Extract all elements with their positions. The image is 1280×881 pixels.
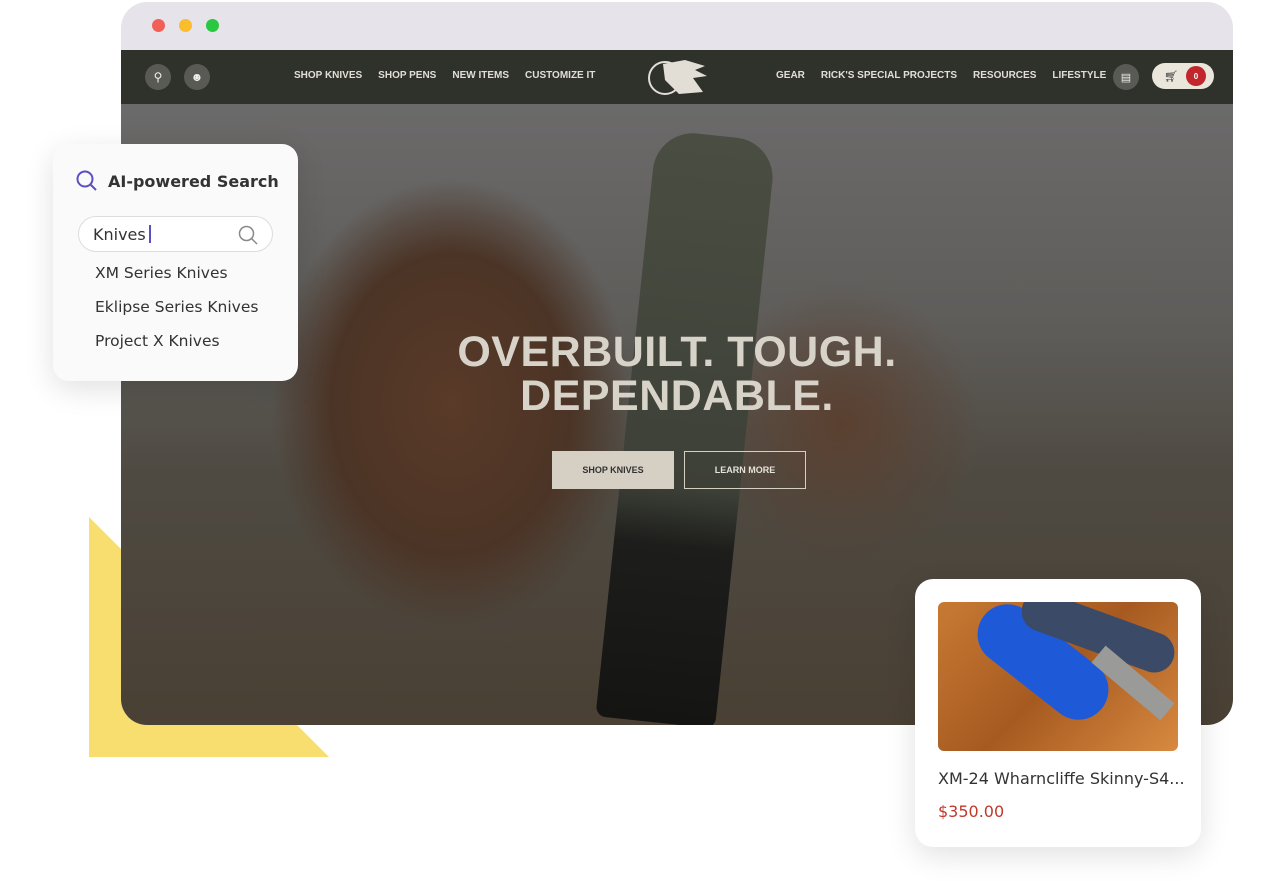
product-card[interactable]: XM-24 Wharncliffe Skinny-S4... $350.00: [915, 579, 1201, 847]
close-dot[interactable]: [152, 19, 165, 32]
minimize-dot[interactable]: [179, 19, 192, 32]
title-bar: [121, 2, 1233, 50]
hero-knife-image: [595, 129, 777, 725]
nav-shop-knives[interactable]: SHOP KNIVES: [294, 70, 362, 81]
product-price: $350.00: [938, 802, 1005, 821]
nav-shop-pens[interactable]: SHOP PENS: [378, 70, 436, 81]
shop-knives-button[interactable]: SHOP KNIVES: [552, 451, 674, 489]
headline-line-2: DEPENDABLE.: [520, 372, 834, 420]
maximize-dot[interactable]: [206, 19, 219, 32]
account-icon[interactable]: ☻: [184, 64, 210, 90]
search-card-title: AI-powered Search: [108, 172, 279, 191]
suggestion-item[interactable]: Eklipse Series Knives: [95, 298, 258, 316]
notes-icon[interactable]: ▤: [1113, 64, 1139, 90]
search-input[interactable]: Knives: [78, 216, 273, 252]
hinderer-logo[interactable]: [645, 56, 711, 98]
search-icon: [76, 170, 97, 191]
search-icon[interactable]: ⚲: [145, 64, 171, 90]
site-nav: ⚲ ☻ SHOP KNIVES SHOP PENS NEW ITEMS CUST…: [121, 50, 1233, 104]
suggestion-item[interactable]: Project X Knives: [95, 332, 220, 350]
learn-more-button[interactable]: LEARN MORE: [684, 451, 806, 489]
nav-customize-it[interactable]: CUSTOMIZE IT: [525, 70, 595, 81]
nav-gear[interactable]: GEAR: [776, 70, 805, 81]
cart-count-badge: 0: [1185, 66, 1206, 86]
nav-resources[interactable]: RESOURCES: [973, 70, 1036, 81]
text-cursor: [148, 225, 151, 243]
ai-search-card: AI-powered Search Knives XM Series Knive…: [53, 144, 298, 381]
cart-button[interactable]: 🛒︎ 0: [1152, 63, 1214, 89]
product-image: [938, 602, 1178, 751]
search-query: Knives: [93, 224, 146, 244]
product-name[interactable]: XM-24 Wharncliffe Skinny-S4...: [938, 769, 1185, 788]
search-submit-icon[interactable]: [238, 225, 258, 245]
nav-special-projects[interactable]: RICK'S SPECIAL PROJECTS: [821, 70, 957, 81]
nav-lifestyle[interactable]: LIFESTYLE: [1052, 70, 1106, 81]
cart-icon: 🛒︎: [1164, 70, 1178, 83]
nav-new-items[interactable]: NEW ITEMS: [452, 70, 509, 81]
suggestion-item[interactable]: XM Series Knives: [95, 264, 228, 282]
